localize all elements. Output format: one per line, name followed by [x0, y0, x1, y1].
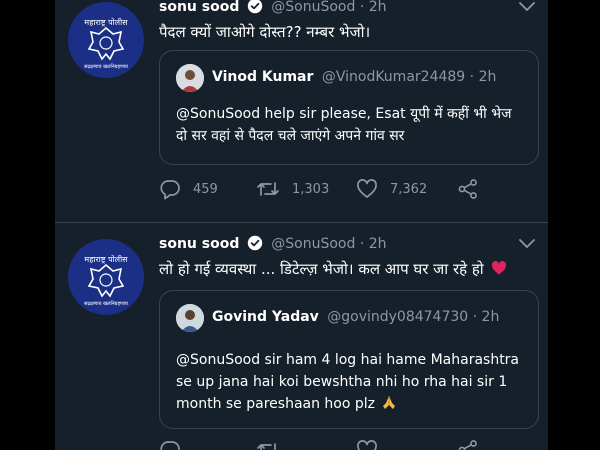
separator-dot: · — [472, 309, 478, 325]
separator-dot: · — [359, 236, 365, 252]
chevron-down-icon[interactable] — [518, 0, 536, 13]
reply-count: 459 — [193, 181, 218, 197]
twitter-timeline: महाराष्ट्र पोलीस सद्रक्षणाय खलनिग्रहणाय … — [55, 0, 548, 450]
quoted-tweet-text: @SonuSood help sir please, Esat यूपी में… — [176, 106, 512, 144]
retweet-icon — [257, 182, 279, 196]
retweet-button[interactable]: 1,303 — [256, 178, 329, 200]
quoted-tweet[interactable]: Vinod Kumar @VinodKumar24489 · 2h @SonuS… — [159, 50, 539, 165]
quoted-tweet-timestamp: 2h — [481, 309, 500, 325]
author-name[interactable]: sonu sood — [159, 236, 239, 252]
maharashtra-police-logo-icon: महाराष्ट्र पोलीस सद्रक्षणाय खलनिग्रहणाय — [68, 239, 144, 315]
tweet-timestamp[interactable]: 2h — [369, 236, 387, 252]
separator-dot: · — [469, 69, 475, 85]
share-button[interactable] — [457, 439, 491, 450]
author-handle[interactable]: @SonuSood — [271, 236, 355, 252]
reply-button[interactable] — [159, 439, 193, 450]
reply-button[interactable]: 459 — [159, 178, 218, 200]
like-button[interactable]: 7,362 — [356, 178, 427, 200]
quoted-tweet-text: @SonuSood sir ham 4 log hai hame Maharas… — [176, 352, 520, 412]
verified-badge-icon — [247, 0, 263, 14]
maharashtra-police-logo-icon: महाराष्ट्र पोलीस सद्रक्षणाय खलनिग्रहणाय — [68, 2, 144, 78]
quoted-tweet-header: Vinod Kumar @VinodKumar24489 · 2h — [212, 69, 496, 85]
quoted-author-name: Govind Yadav — [212, 309, 319, 325]
tweet-actions: 459 1,303 7,362 — [159, 178, 499, 200]
quoted-tweet-text-container: @SonuSood sir ham 4 log hai hame Maharas… — [176, 349, 526, 415]
avatar[interactable]: महाराष्ट्र पोलीस सद्रक्षणाय खलनिग्रहणाय — [68, 239, 144, 315]
tweet-header: sonu sood @SonuSood · 2h — [159, 235, 387, 257]
svg-text:महाराष्ट्र पोलीस: महाराष्ट्र पोलीस — [84, 17, 128, 27]
author-name[interactable]: sonu sood — [159, 0, 239, 15]
person-avatar-icon — [176, 64, 204, 92]
quoted-author-name: Vinod Kumar — [212, 69, 314, 85]
chevron-down-icon[interactable] — [518, 236, 536, 250]
svg-text:महाराष्ट्र पोलीस: महाराष्ट्र पोलीस — [84, 254, 128, 264]
person-avatar-icon — [176, 304, 204, 332]
avatar[interactable]: महाराष्ट्र पोलीस सद्रक्षणाय खलनिग्रहणाय — [68, 2, 144, 78]
tweet-text: लो हो गई व्यवस्था ... डिटेल्ज़ भेजो। कल … — [159, 260, 484, 278]
quoted-tweet-timestamp: 2h — [478, 69, 497, 85]
tweet[interactable]: महाराष्ट्र पोलीस सद्रक्षणाय खलनिग्रहणाय … — [55, 0, 548, 223]
share-icon — [458, 179, 477, 199]
svg-text:सद्रक्षणाय खलनिग्रहणाय: सद्रक्षणाय खलनिग्रहणाय — [84, 300, 128, 307]
heart-icon — [357, 440, 377, 450]
reply-icon — [160, 441, 180, 450]
share-button[interactable] — [457, 178, 491, 200]
tweet-text-container: लो हो गई व्यवस्था ... डिटेल्ज़ भेजो। कल … — [159, 259, 529, 279]
retweet-count: 1,303 — [292, 181, 330, 197]
separator-dot: · — [359, 0, 365, 15]
retweet-icon — [257, 443, 276, 450]
tweet[interactable]: महाराष्ट्र पोलीस सद्रक्षणाय खलनिग्रहणाय … — [55, 223, 548, 450]
share-icon — [458, 440, 477, 450]
tweet-text: पैदल क्यों जाओगे दोस्त?? नम्बर भेजो। — [159, 23, 371, 41]
avatar — [176, 304, 204, 332]
author-handle[interactable]: @SonuSood — [271, 0, 355, 15]
like-count: 7,362 — [390, 181, 428, 197]
avatar — [176, 64, 204, 92]
heart-icon — [357, 179, 377, 198]
quoted-author-handle: @VinodKumar24489 — [321, 69, 466, 85]
verified-badge-icon — [247, 235, 263, 251]
like-button[interactable] — [356, 439, 390, 450]
svg-text:सद्रक्षणाय खलनिग्रहणाय: सद्रक्षणाय खलनिग्रहणाय — [84, 63, 128, 70]
retweet-button[interactable] — [256, 439, 292, 450]
quoted-tweet[interactable]: Govind Yadav @govindy08474730 · 2h @Sonu… — [159, 290, 539, 429]
tweet-actions — [159, 439, 499, 450]
tweet-header: sonu sood @SonuSood · 2h — [159, 0, 387, 20]
quoted-tweet-header: Govind Yadav @govindy08474730 · 2h — [212, 309, 499, 325]
folded-hands-emoji-icon — [383, 396, 396, 409]
quoted-author-handle: @govindy08474730 — [327, 309, 469, 325]
tweet-timestamp[interactable]: 2h — [369, 0, 387, 15]
heart-emoji-icon — [492, 261, 507, 275]
reply-icon — [160, 180, 180, 200]
